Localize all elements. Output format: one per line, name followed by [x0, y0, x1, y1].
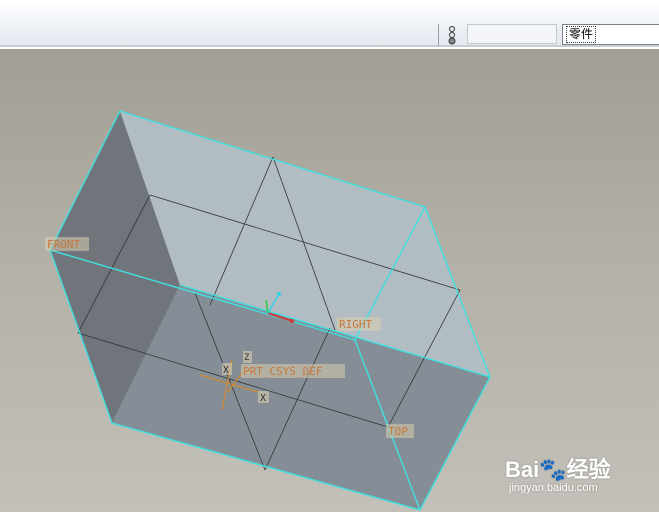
- watermark-url: jingyan.baidu.com: [509, 482, 598, 494]
- search-field[interactable]: [467, 24, 557, 44]
- filter-select-value: 零件: [566, 26, 597, 43]
- graphics-viewport[interactable]: FRONT RIGHT TOP PRT_CSYS_DEF X Z X Bai�: [0, 49, 659, 512]
- toolbar-separator: [438, 24, 439, 46]
- axis-label-z-small: Z: [243, 351, 252, 363]
- datum-label-top[interactable]: TOP: [386, 424, 414, 438]
- baidu-logo: Bai🐾经验: [505, 457, 611, 482]
- svg-text:Z: Z: [244, 353, 250, 363]
- axis-label-x-small: X: [222, 363, 232, 376]
- axis-label-x-axis: X: [258, 391, 269, 404]
- paw-icon: 🐾: [539, 457, 567, 482]
- selection-filter-icon[interactable]: [441, 24, 463, 46]
- svg-text:TOP: TOP: [388, 425, 408, 438]
- selection-filter-dropdown[interactable]: 零件: [562, 24, 659, 45]
- svg-text:X: X: [260, 393, 266, 404]
- svg-text:X: X: [223, 365, 229, 376]
- csys-label[interactable]: PRT_CSYS_DEF: [241, 364, 345, 378]
- baidu-watermark: Bai🐾经验 jingyan.baidu.com: [505, 452, 645, 502]
- svg-text:PRT_CSYS_DEF: PRT_CSYS_DEF: [243, 365, 322, 378]
- datum-label-front[interactable]: FRONT: [45, 237, 89, 251]
- top-toolbar: 零件: [0, 0, 659, 47]
- svg-text:FRONT: FRONT: [47, 238, 80, 251]
- datum-label-right[interactable]: RIGHT: [337, 317, 381, 331]
- svg-text:RIGHT: RIGHT: [339, 318, 372, 331]
